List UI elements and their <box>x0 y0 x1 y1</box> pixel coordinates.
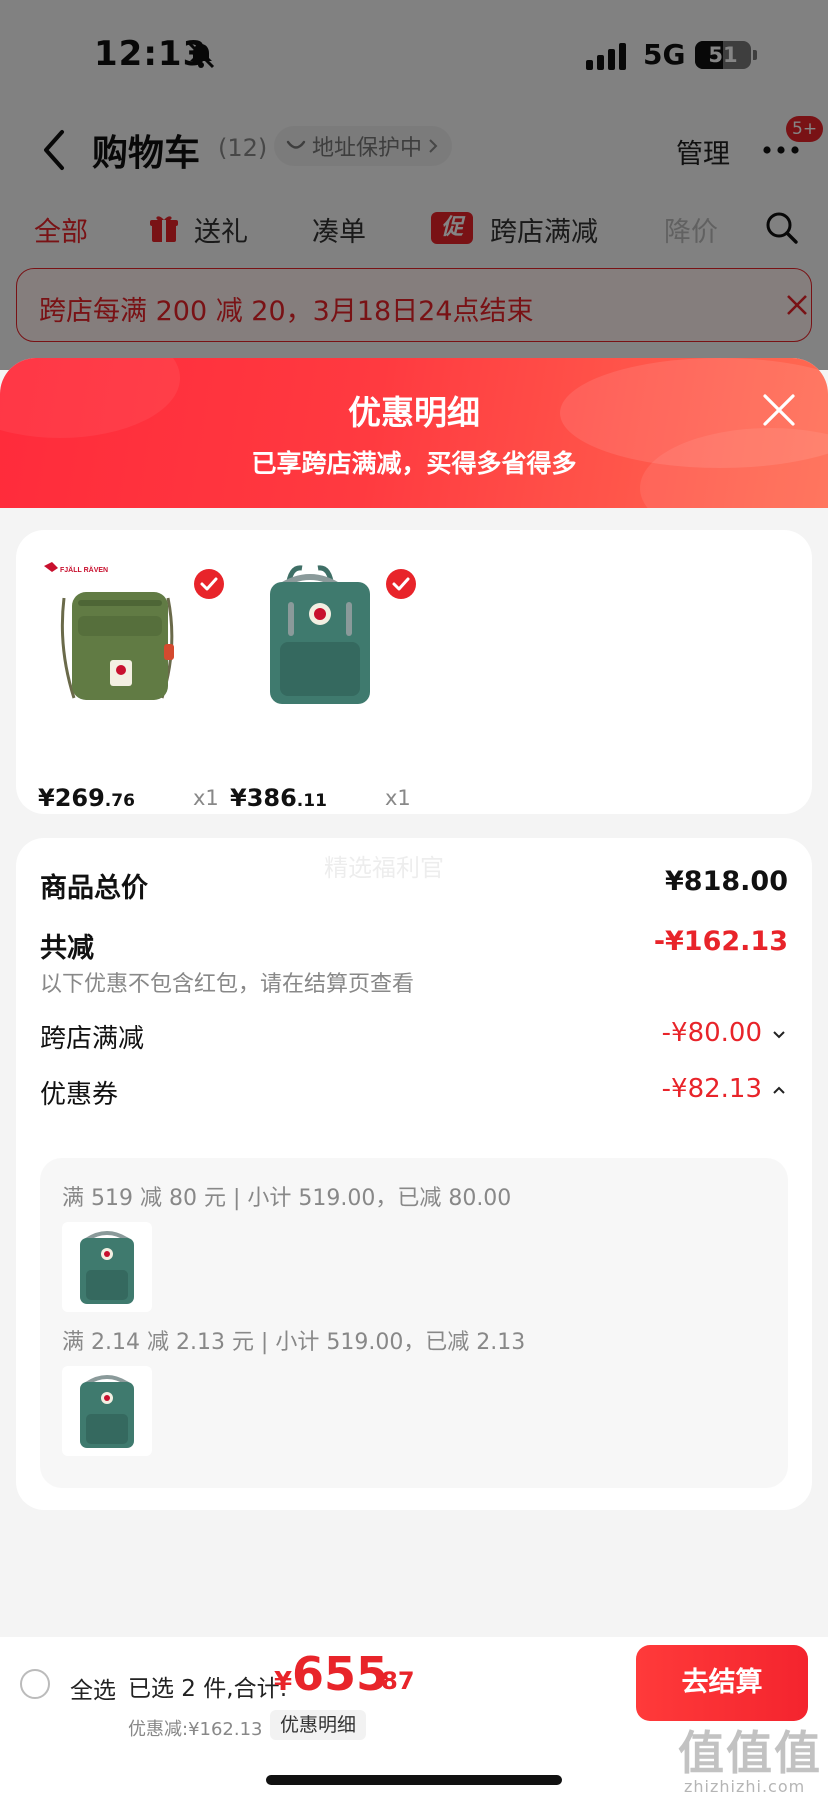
backpack-thumb-icon <box>80 1231 134 1304</box>
close-icon[interactable] <box>762 393 796 427</box>
product-price: ¥386.11 <box>230 784 327 812</box>
total-price-label: 商品总价 <box>40 873 148 904</box>
product-item[interactable]: ¥386.11 x1 <box>230 558 420 812</box>
chevron-down-icon[interactable] <box>772 1030 786 1040</box>
backpack-thumb-icon <box>80 1375 134 1448</box>
product-quantity: x1 <box>193 786 219 810</box>
coupon-value: -¥82.13 <box>661 1074 762 1104</box>
coupon-detail-line: 满 2.14 减 2.13 元 | 小计 519.00，已减 2.13 <box>62 1330 526 1355</box>
price-summary-card: 商品总价 ¥818.00 共减 -¥162.13 以下优惠不包含红包，请在结算页… <box>16 838 812 1510</box>
selected-check-icon[interactable] <box>193 568 225 600</box>
svg-text:FJÄLL RÄVEN: FJÄLL RÄVEN <box>60 566 108 574</box>
total-amount-decimal: .87 <box>372 1667 415 1695</box>
total-discount-value: -¥162.13 <box>653 926 788 957</box>
discount-detail-button[interactable]: 优惠明细 <box>270 1710 367 1740</box>
select-all-radio[interactable] <box>20 1669 50 1699</box>
brand-logo: FJÄLL RÄVEN <box>44 562 108 574</box>
product-price: ¥269.76 <box>38 784 135 812</box>
product-image-shoulder-bag: FJÄLL RÄVEN <box>44 562 174 700</box>
saved-amount-text: 优惠减:¥162.13 <box>128 1719 263 1740</box>
total-discount-label: 共减 <box>40 933 94 964</box>
chevron-up-icon[interactable] <box>772 1085 786 1095</box>
sheet-title: 优惠明细 <box>348 393 480 432</box>
product-item[interactable]: FJÄLL RÄVEN ¥269.76 x1 <box>38 558 228 812</box>
selected-count-text: 已选 2 件,合计: <box>128 1676 288 1702</box>
coupon-label: 优惠券 <box>40 1080 119 1110</box>
watermark-text: 精选福利官 <box>324 854 444 882</box>
cross-store-label: 跨店满减 <box>40 1024 145 1054</box>
total-currency: ¥ <box>274 1667 293 1697</box>
product-quantity: x1 <box>385 786 411 810</box>
coupon-detail-box: 满 519 减 80 元 | 小计 519.00，已减 80.00 满 2.14… <box>40 1158 788 1488</box>
modal-overlay[interactable] <box>0 0 828 370</box>
sheet-header: 优惠明细 已享跨店满减，买得多省得多 <box>0 358 828 548</box>
coupon-product-thumb <box>62 1366 152 1456</box>
site-watermark-url: zhizhizhi.com <box>684 1777 806 1795</box>
discount-note: 以下优惠不包含红包，请在结算页查看 <box>40 972 415 997</box>
cross-store-value: -¥80.00 <box>661 1018 762 1048</box>
home-indicator[interactable] <box>266 1775 562 1785</box>
coupon-detail-line: 满 519 减 80 元 | 小计 519.00，已减 80.00 <box>62 1186 512 1211</box>
site-watermark: 值值值 <box>678 1726 822 1780</box>
sheet-subtitle: 已享跨店满减，买得多省得多 <box>251 449 577 478</box>
select-all-label[interactable]: 全选 <box>70 1671 116 1705</box>
coupon-product-thumb <box>62 1222 152 1312</box>
selected-products-card: FJÄLL RÄVEN ¥269.76 x1 ¥386.11 x1 <box>16 530 812 814</box>
discount-detail-sheet: 优惠明细 已享跨店满减，买得多省得多 FJÄLL RÄVEN ¥269.76 x… <box>0 358 828 1795</box>
checkout-button[interactable]: 去结算 <box>636 1645 808 1721</box>
selected-check-icon[interactable] <box>385 568 417 600</box>
total-price-value: ¥818.00 <box>665 866 788 897</box>
product-image-backpack <box>270 565 370 704</box>
checkout-bar: 全选 已选 2 件,合计: ¥ 655 .87 优惠减:¥162.13 优惠明细… <box>0 1637 828 1795</box>
